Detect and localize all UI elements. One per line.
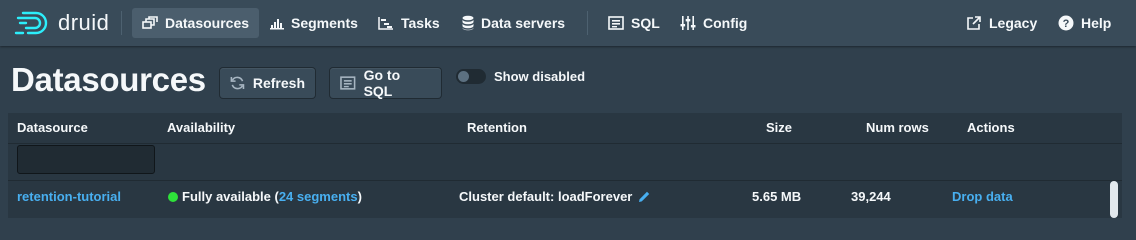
settings-sliders-icon (680, 16, 696, 30)
show-disabled-label: Show disabled (494, 69, 586, 84)
nav-segments-label: Segments (291, 15, 358, 31)
sql-icon (340, 76, 356, 90)
go-to-sql-button-label: Go to SQL (363, 67, 401, 99)
show-disabled-toggle[interactable] (456, 69, 486, 84)
druid-logo-text: druid (58, 10, 110, 35)
nav-segments[interactable]: Segments (260, 8, 368, 38)
druid-logo-icon (14, 11, 48, 35)
go-to-sql-button[interactable]: Go to SQL (330, 67, 441, 99)
datasource-filter-input[interactable] (17, 145, 155, 174)
nav-data-servers[interactable]: Data servers (452, 8, 575, 38)
column-header-datasource[interactable]: Datasource (17, 120, 88, 135)
segments-icon (270, 19, 284, 30)
table-row: retention-tutorial Fully available (24 s… (8, 181, 1122, 218)
retention-text: Cluster default: loadForever (459, 189, 633, 204)
nav-legacy[interactable]: Legacy (956, 8, 1047, 38)
column-header-actions[interactable]: Actions (967, 120, 1015, 135)
nav-sql-label: SQL (631, 15, 660, 31)
column-header-availability[interactable]: Availability (167, 120, 235, 135)
nav-datasources[interactable]: Datasources (132, 8, 260, 38)
nav-legacy-label: Legacy (989, 15, 1038, 31)
sql-icon (608, 16, 624, 30)
svg-text:?: ? (1063, 18, 1070, 30)
refresh-button-label: Refresh (252, 75, 305, 91)
column-header-size[interactable]: Size (766, 120, 792, 135)
nav-help[interactable]: ? Help (1048, 8, 1121, 38)
nav-help-label: Help (1081, 15, 1112, 31)
nav-data-servers-label: Data servers (481, 15, 566, 31)
availability-suffix: ) (357, 189, 362, 204)
nav-config-label: Config (703, 15, 748, 31)
table-header: Datasource Availability Retention Size N… (8, 113, 1122, 144)
datasources-table: Datasource Availability Retention Size N… (8, 113, 1122, 218)
table-scrollbar[interactable] (1110, 181, 1118, 218)
nav-config[interactable]: Config (670, 8, 757, 38)
share-external-icon (967, 16, 981, 30)
availability-cell: Fully available (24 segments) (168, 189, 362, 204)
nav-datasources-label: Datasources (165, 15, 250, 31)
availability-text: Fully available ( (182, 189, 279, 204)
datasource-name-link[interactable]: retention-tutorial (17, 189, 121, 204)
nav-tasks[interactable]: Tasks (368, 8, 450, 38)
tasks-icon (378, 17, 393, 30)
refresh-icon (230, 76, 245, 90)
toggle-knob (458, 71, 469, 82)
status-dot-icon (168, 192, 178, 202)
drop-data-link[interactable]: Drop data (952, 189, 1013, 204)
help-icon: ? (1058, 15, 1074, 31)
nav-sql[interactable]: SQL (598, 8, 670, 38)
segments-link[interactable]: 24 segments (279, 189, 358, 204)
column-header-retention[interactable]: Retention (467, 120, 527, 135)
nav-divider (121, 11, 122, 35)
filter-row (8, 144, 1122, 181)
nav-divider (587, 11, 588, 35)
edit-pencil-icon[interactable] (638, 190, 651, 203)
retention-cell: Cluster default: loadForever (459, 189, 651, 204)
datasources-icon (142, 16, 158, 29)
database-icon (462, 15, 474, 31)
nav-tasks-label: Tasks (401, 15, 440, 31)
page-title: Datasources (11, 61, 206, 98)
size-cell: 5.65 MB (752, 189, 802, 204)
top-navbar: druid Datasources Segments Tasks Data se… (0, 0, 1136, 46)
column-header-num-rows[interactable]: Num rows (866, 120, 929, 135)
refresh-button[interactable]: Refresh (220, 68, 315, 98)
druid-logo[interactable]: druid (14, 9, 109, 37)
num-rows-cell: 39,244 (851, 189, 891, 204)
